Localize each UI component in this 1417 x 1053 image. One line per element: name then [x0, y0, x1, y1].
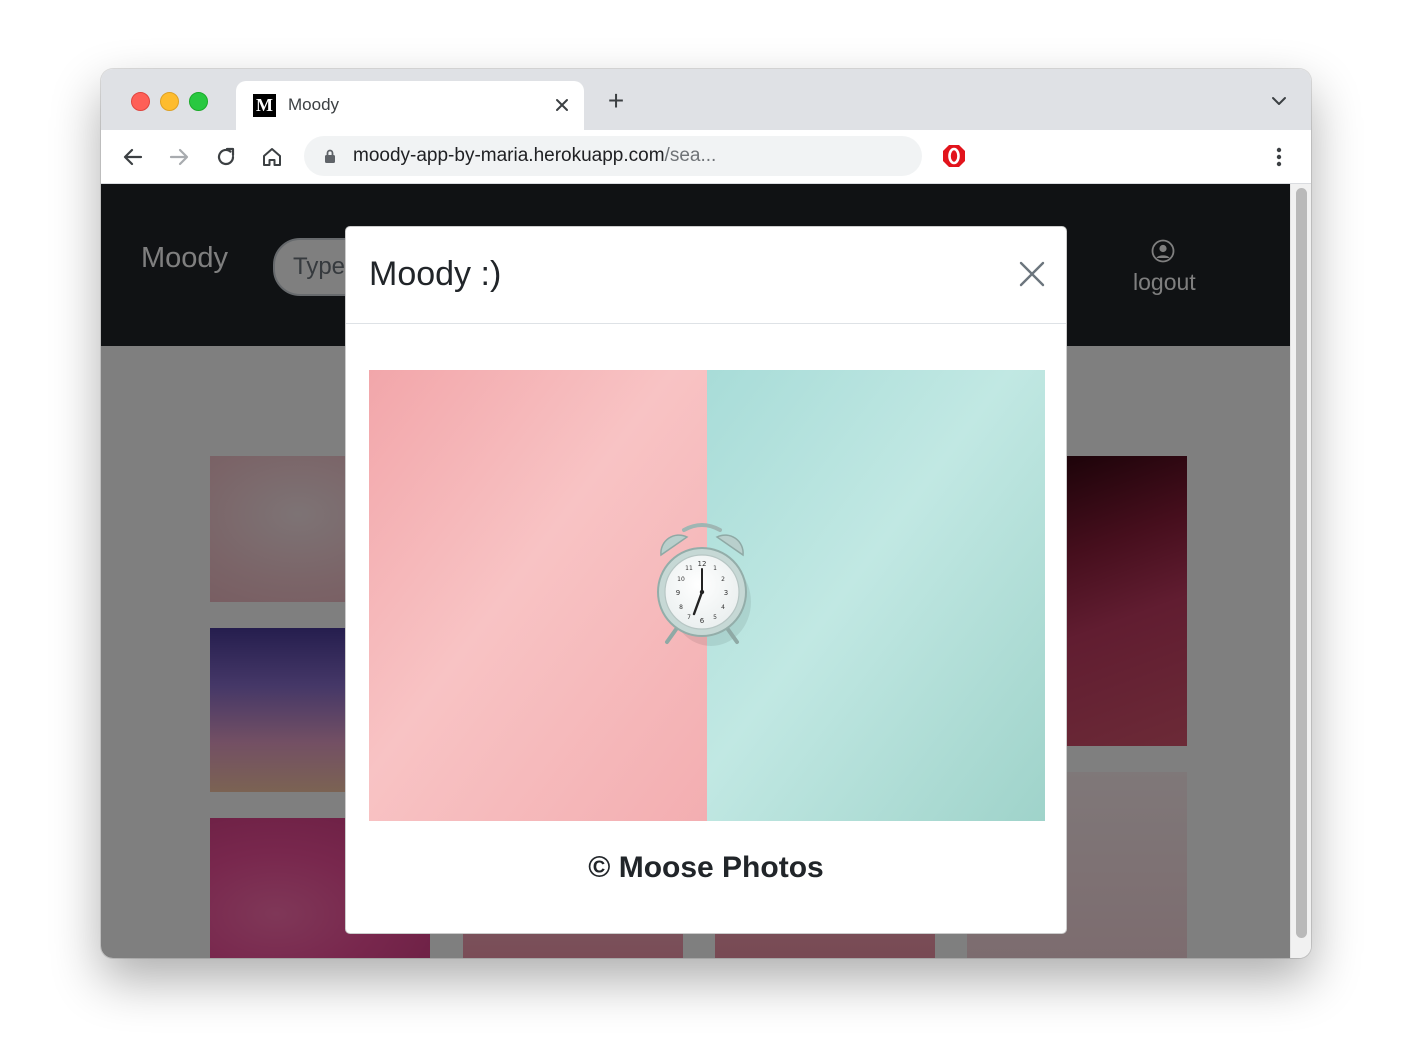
- address-bar[interactable]: moody-app-by-maria.herokuapp.com/sea...: [304, 136, 922, 176]
- url-path: /sea...: [664, 145, 717, 166]
- minimize-window-button[interactable]: [160, 92, 179, 111]
- svg-text:12: 12: [698, 560, 707, 568]
- page-viewport: Moody Type logout Moody :): [101, 184, 1290, 958]
- modal-title: Moody :): [369, 255, 502, 293]
- tab-search-chevron-icon[interactable]: [1269, 93, 1289, 109]
- modal-header: Moody :): [346, 227, 1066, 324]
- svg-text:10: 10: [677, 576, 685, 583]
- svg-text:7: 7: [687, 614, 691, 621]
- photo-modal: Moody :) 12 3 6 9 1 2 4 5 7 8 10 11 © Mo…: [345, 226, 1067, 934]
- scrollbar-thumb[interactable]: [1296, 188, 1307, 938]
- lock-icon[interactable]: [323, 148, 337, 164]
- photo-credit: © Moose Photos: [588, 851, 824, 884]
- svg-text:3: 3: [724, 589, 728, 597]
- tab-title: Moody: [288, 95, 340, 114]
- modal-photo-alarm-clock: 12 3 6 9 1 2 4 5 7 8 10 11: [369, 370, 1045, 821]
- browser-window: M Moody + moody-app-by-maria.herokuapp.c…: [101, 69, 1311, 958]
- new-tab-button[interactable]: +: [604, 87, 628, 115]
- close-window-button[interactable]: [131, 92, 150, 111]
- svg-text:9: 9: [676, 589, 680, 597]
- svg-text:5: 5: [713, 614, 717, 621]
- browser-toolbar: moody-app-by-maria.herokuapp.com/sea...: [101, 130, 1311, 184]
- forward-arrow-icon[interactable]: [166, 144, 192, 170]
- url-text[interactable]: moody-app-by-maria.herokuapp.com/sea...: [353, 145, 716, 167]
- tab-strip: M Moody +: [101, 69, 1311, 130]
- url-host: moody-app-by-maria.herokuapp.com: [353, 145, 665, 166]
- tab-moody[interactable]: M Moody: [236, 81, 584, 130]
- reload-icon[interactable]: [213, 144, 239, 170]
- medium-favicon-icon: M: [253, 94, 276, 117]
- svg-text:6: 6: [700, 617, 705, 625]
- maximize-window-button[interactable]: [189, 92, 208, 111]
- tab-close-icon[interactable]: [551, 94, 573, 116]
- adblock-extension-icon[interactable]: [941, 143, 967, 169]
- home-icon[interactable]: [259, 144, 285, 170]
- svg-text:4: 4: [721, 604, 725, 611]
- svg-text:11: 11: [685, 565, 693, 572]
- page-scrollbar[interactable]: [1290, 184, 1311, 958]
- svg-text:8: 8: [679, 604, 683, 611]
- svg-text:1: 1: [713, 565, 717, 572]
- svg-text:2: 2: [721, 576, 725, 583]
- close-icon[interactable]: [1019, 261, 1045, 287]
- back-arrow-icon[interactable]: [120, 144, 146, 170]
- browser-menu-icon[interactable]: [1269, 144, 1289, 170]
